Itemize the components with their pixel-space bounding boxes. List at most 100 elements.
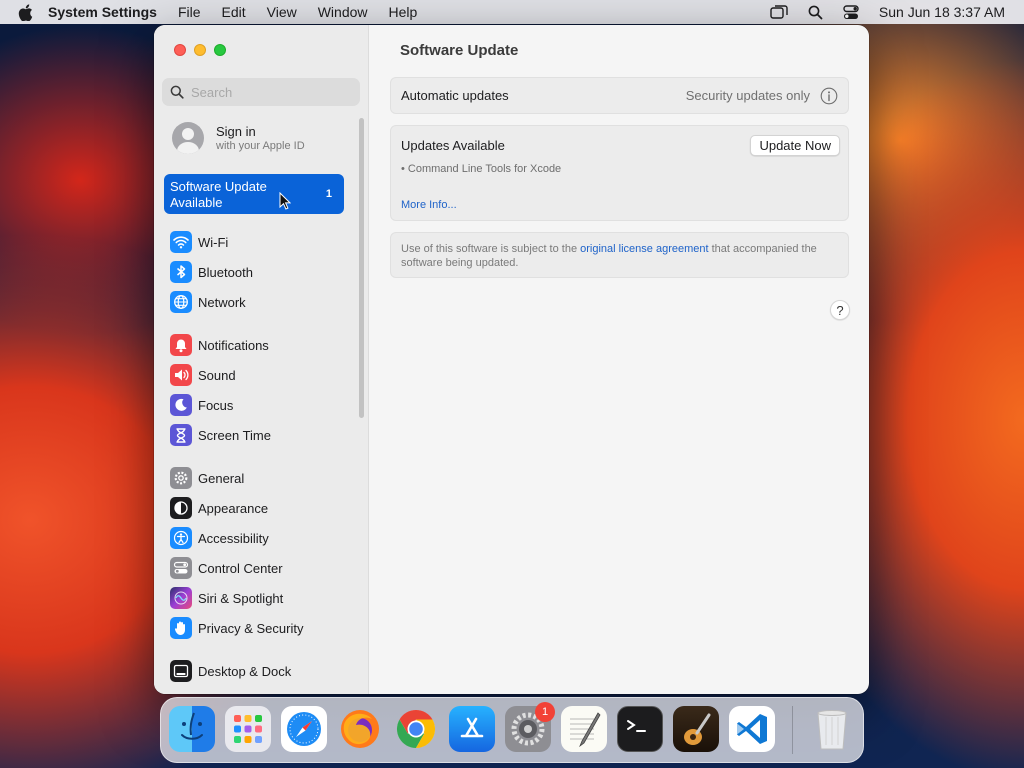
sidebar-item-bluetooth[interactable]: Bluetooth bbox=[170, 259, 360, 285]
dock-separator bbox=[792, 706, 793, 754]
sidebar-item-control-center[interactable]: Control Center bbox=[170, 555, 360, 581]
sidebar-item-label: Desktop & Dock bbox=[198, 663, 292, 679]
textedit-icon[interactable] bbox=[561, 706, 607, 752]
bell-icon bbox=[170, 334, 192, 356]
sidebar-item-label: Siri & Spotlight bbox=[198, 590, 284, 606]
sidebar-item-desktop-dock[interactable]: Desktop & Dock bbox=[170, 658, 360, 684]
help-button[interactable]: ? bbox=[830, 300, 850, 320]
license-note: Use of this software is subject to the o… bbox=[390, 232, 849, 278]
hand-icon bbox=[170, 617, 192, 639]
sidebar-item-appearance[interactable]: Appearance bbox=[170, 495, 360, 521]
update-list-item: • Command Line Tools for Xcode bbox=[401, 163, 562, 175]
close-window-button[interactable] bbox=[174, 44, 186, 56]
dock: 1 bbox=[160, 697, 864, 763]
menu-help[interactable]: Help bbox=[389, 4, 418, 20]
finder-icon[interactable] bbox=[169, 706, 215, 752]
sidebar-item-label: Sound bbox=[198, 367, 236, 383]
sidebar-item-label: General bbox=[198, 470, 245, 486]
software-update-badge: 1 bbox=[325, 188, 332, 200]
menu-window[interactable]: Window bbox=[318, 4, 368, 20]
accessibility-icon bbox=[170, 527, 192, 549]
software-update-label-line1: Software Update bbox=[170, 179, 267, 194]
minimize-window-button[interactable] bbox=[194, 44, 206, 56]
sidebar-item-accessibility[interactable]: Accessibility bbox=[170, 525, 360, 551]
zoom-window-button[interactable] bbox=[214, 44, 226, 56]
info-icon[interactable] bbox=[820, 87, 838, 110]
menu-view[interactable]: View bbox=[267, 4, 297, 20]
menu-bar: System Settings File Edit View Window He… bbox=[0, 0, 1024, 24]
menu-edit[interactable]: Edit bbox=[222, 4, 246, 20]
sidebar-item-focus[interactable]: Focus bbox=[170, 392, 360, 418]
search-icon bbox=[170, 85, 184, 99]
menu-app-name[interactable]: System Settings bbox=[48, 4, 157, 20]
sidebar-item-label: Screen Time bbox=[198, 427, 271, 443]
globe-icon bbox=[170, 291, 192, 313]
sidebar-item-siri-spotlight[interactable]: Siri & Spotlight bbox=[170, 585, 360, 611]
screen-mirroring-icon[interactable] bbox=[770, 4, 788, 20]
automatic-updates-row: Automatic updates Security updates only bbox=[390, 77, 849, 114]
sidebar-item-privacy-security[interactable]: Privacy & Security bbox=[170, 615, 360, 641]
chrome-icon[interactable] bbox=[393, 706, 439, 752]
terminal-icon[interactable] bbox=[617, 706, 663, 752]
siri-icon bbox=[170, 587, 192, 609]
sidebar-item-label: Notifications bbox=[198, 337, 269, 353]
system-settings-window: Sign in with your Apple ID Software Upda… bbox=[154, 25, 869, 694]
sidebar-item-label: Control Center bbox=[198, 560, 283, 576]
system-settings-badge: 1 bbox=[535, 702, 555, 722]
window-controls bbox=[174, 44, 226, 56]
search-input[interactable] bbox=[191, 84, 351, 100]
launchpad-icon[interactable] bbox=[225, 706, 271, 752]
automatic-updates-label: Automatic updates bbox=[401, 88, 509, 103]
sidebar-item-label: Network bbox=[198, 294, 246, 310]
apple-menu-icon[interactable] bbox=[18, 3, 34, 21]
sign-in-title: Sign in bbox=[216, 123, 256, 139]
mouse-pointer-icon bbox=[279, 191, 292, 215]
updates-available-card: Updates Available Update Now • Command L… bbox=[390, 125, 849, 221]
license-agreement-link[interactable]: original license agreement bbox=[580, 243, 708, 255]
sidebar-item-label: Appearance bbox=[198, 500, 269, 516]
gear-icon bbox=[170, 467, 192, 489]
more-info-link[interactable]: More Info... bbox=[401, 199, 457, 211]
sidebar-item-general[interactable]: General bbox=[170, 465, 360, 491]
software-update-label-line2: Available bbox=[170, 195, 223, 210]
trash-icon[interactable] bbox=[809, 706, 855, 752]
spotlight-search-icon[interactable] bbox=[808, 5, 823, 20]
sidebar-item-label: Focus bbox=[198, 397, 234, 413]
sidebar-item-sound[interactable]: Sound bbox=[170, 362, 360, 388]
sidebar-item-network[interactable]: Network bbox=[170, 289, 360, 315]
hourglass-icon bbox=[170, 424, 192, 446]
updates-available-header: Updates Available bbox=[401, 138, 505, 153]
wifi-icon bbox=[170, 231, 192, 253]
content-pane: Software Update Automatic updates Securi… bbox=[370, 25, 869, 694]
update-now-button[interactable]: Update Now bbox=[750, 135, 840, 156]
sidebar-item-software-update-available[interactable]: Software Update Available 1 bbox=[164, 174, 344, 214]
sidebar-item-label: Privacy & Security bbox=[198, 620, 304, 636]
moon-icon bbox=[170, 394, 192, 416]
sidebar-item-wifi[interactable]: Wi-Fi bbox=[170, 229, 360, 255]
control-center-icon[interactable] bbox=[843, 4, 859, 20]
menu-file[interactable]: File bbox=[178, 4, 201, 20]
sidebar: Sign in with your Apple ID Software Upda… bbox=[154, 25, 369, 694]
sidebar-item-label: Accessibility bbox=[198, 530, 269, 546]
automatic-updates-value: Security updates only bbox=[685, 88, 810, 103]
sign-in-apple-id[interactable]: Sign in with your Apple ID bbox=[172, 122, 305, 154]
garageband-icon[interactable] bbox=[673, 706, 719, 752]
sidebar-item-notifications[interactable]: Notifications bbox=[170, 332, 360, 358]
sidebar-item-label: Bluetooth bbox=[198, 264, 253, 280]
safari-icon[interactable] bbox=[281, 706, 327, 752]
app-store-icon[interactable] bbox=[449, 706, 495, 752]
firefox-icon[interactable] bbox=[337, 706, 383, 752]
speaker-icon bbox=[170, 364, 192, 386]
sidebar-item-label: Wi-Fi bbox=[198, 234, 229, 250]
license-text-pre: Use of this software is subject to the bbox=[401, 243, 581, 255]
avatar-icon bbox=[172, 122, 204, 154]
search-field[interactable] bbox=[162, 78, 360, 106]
appearance-icon bbox=[170, 497, 192, 519]
sign-in-subtitle: with your Apple ID bbox=[216, 139, 305, 152]
vscode-icon[interactable] bbox=[729, 706, 775, 752]
bluetooth-icon bbox=[170, 261, 192, 283]
page-title: Software Update bbox=[400, 42, 519, 59]
menu-clock[interactable]: Sun Jun 18 3:37 AM bbox=[879, 4, 1005, 20]
sidebar-item-screen-time[interactable]: Screen Time bbox=[170, 422, 360, 448]
toggles-icon bbox=[170, 557, 192, 579]
